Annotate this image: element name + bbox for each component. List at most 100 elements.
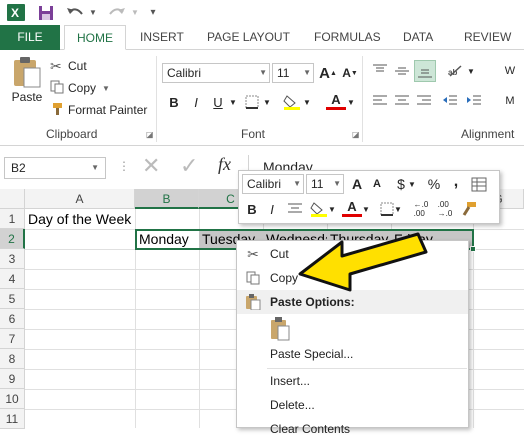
formula-bar-divider-icon: ⋮ bbox=[118, 159, 130, 173]
align-middle-icon[interactable] bbox=[392, 62, 412, 80]
menu-item-delete[interactable]: Delete... bbox=[237, 393, 468, 417]
decrease-indent-icon[interactable] bbox=[440, 92, 460, 110]
increase-indent-icon[interactable] bbox=[464, 92, 484, 110]
save-icon[interactable] bbox=[36, 3, 56, 22]
align-bottom-icon[interactable] bbox=[414, 60, 436, 82]
format-painter-button[interactable]: Format Painter bbox=[50, 100, 147, 120]
mini-font-color-button[interactable]: A bbox=[342, 199, 362, 217]
tab-review[interactable]: REVIEW bbox=[464, 25, 511, 50]
menu-item-insert[interactable]: Insert... bbox=[237, 369, 468, 393]
align-center-icon[interactable] bbox=[392, 92, 412, 110]
decrease-decimal-icon[interactable]: .00 →.0 bbox=[435, 200, 455, 218]
mini-fill-color-icon[interactable] bbox=[309, 200, 329, 218]
chevron-down-icon[interactable]: ▼ bbox=[262, 93, 272, 111]
paste-icon bbox=[243, 293, 263, 311]
cell-a1[interactable]: Day of the Week bbox=[25, 210, 205, 229]
align-left-icon[interactable] bbox=[370, 92, 390, 110]
column-header-b[interactable]: B bbox=[135, 189, 199, 209]
select-all-corner[interactable] bbox=[0, 189, 25, 209]
redo-icon[interactable] bbox=[106, 3, 128, 22]
row-header-7[interactable]: 7 bbox=[0, 329, 25, 349]
align-right-icon[interactable] bbox=[414, 92, 434, 110]
mini-comma-button[interactable]: , bbox=[446, 173, 466, 191]
font-group-label: Font bbox=[241, 127, 266, 141]
chevron-down-icon[interactable]: ▼ bbox=[466, 62, 476, 80]
mini-font-size-dropdown[interactable]: 11 ▼ bbox=[306, 174, 344, 194]
dialog-launcher-icon[interactable]: ◪ bbox=[146, 130, 154, 139]
row-header-9[interactable]: 9 bbox=[0, 369, 25, 389]
fill-color-icon[interactable] bbox=[282, 93, 302, 111]
copy-label: Copy bbox=[68, 81, 97, 95]
format-table-icon[interactable] bbox=[469, 175, 489, 193]
chevron-down-icon[interactable]: ▼ bbox=[361, 200, 371, 218]
redo-dropdown-icon[interactable]: ▼ bbox=[130, 3, 140, 22]
copy-icon bbox=[50, 80, 68, 97]
menu-item-paste-special[interactable]: Paste Special... bbox=[237, 342, 468, 366]
underline-button[interactable]: U bbox=[208, 93, 228, 111]
paste-button[interactable]: Paste bbox=[8, 56, 46, 114]
row-header-2[interactable]: 2 bbox=[0, 229, 25, 249]
mini-font-name-dropdown[interactable]: Calibri ▼ bbox=[242, 174, 304, 194]
borders-icon[interactable] bbox=[242, 93, 262, 111]
wrap-text-icon[interactable]: W bbox=[500, 62, 520, 80]
mini-format-painter-icon[interactable] bbox=[459, 200, 479, 218]
alignment-group-label: Alignment bbox=[461, 127, 515, 141]
font-size-dropdown[interactable]: 11 ▼ bbox=[272, 63, 314, 83]
chevron-down-icon[interactable]: ▼ bbox=[393, 200, 403, 218]
ribbon: Paste ✂ Cut Copy ▼ Format Painter Clipbo… bbox=[0, 50, 524, 146]
increase-decimal-icon[interactable]: ←.0.00 bbox=[411, 200, 431, 218]
undo-dropdown-icon[interactable]: ▼ bbox=[88, 3, 98, 22]
cut-label: Cut bbox=[68, 59, 87, 73]
chevron-down-icon[interactable]: ▼ bbox=[302, 93, 312, 111]
paste-option-button[interactable] bbox=[267, 316, 293, 342]
cancel-icon[interactable]: ✕ bbox=[142, 154, 160, 178]
chevron-down-icon[interactable]: ▼ bbox=[407, 175, 417, 193]
font-size-value: 11 bbox=[277, 66, 290, 80]
tab-formulas[interactable]: FORMULAS bbox=[314, 25, 381, 50]
row-header-8[interactable]: 8 bbox=[0, 349, 25, 369]
row-header-11[interactable]: 11 bbox=[0, 409, 25, 429]
column-header-a[interactable]: A bbox=[25, 189, 135, 209]
insert-function-button[interactable]: fx bbox=[218, 154, 231, 175]
tab-data[interactable]: DATA bbox=[403, 25, 433, 50]
grow-font-icon[interactable]: A ▲ bbox=[318, 64, 338, 82]
mini-percent-button[interactable]: % bbox=[424, 175, 444, 193]
mini-italic-button[interactable]: I bbox=[262, 200, 282, 218]
row-header-4[interactable]: 4 bbox=[0, 269, 25, 289]
mini-grow-font-button[interactable]: A bbox=[347, 175, 367, 193]
bold-button[interactable]: B bbox=[164, 93, 184, 111]
row-header-6[interactable]: 6 bbox=[0, 309, 25, 329]
orientation-icon[interactable]: ab bbox=[446, 62, 466, 80]
chevron-down-icon[interactable]: ▼ bbox=[228, 93, 238, 111]
enter-icon[interactable]: ✓ bbox=[180, 154, 198, 178]
chevron-down-icon[interactable]: ▼ bbox=[346, 93, 356, 111]
mini-bold-button[interactable]: B bbox=[242, 200, 262, 218]
dialog-launcher-icon[interactable]: ◪ bbox=[352, 130, 360, 139]
cut-button[interactable]: ✂ Cut bbox=[50, 56, 87, 76]
font-color-button[interactable]: A bbox=[326, 92, 346, 110]
row-header-5[interactable]: 5 bbox=[0, 289, 25, 309]
align-top-icon[interactable] bbox=[370, 62, 390, 80]
tab-home[interactable]: HOME bbox=[64, 25, 126, 50]
tab-page-layout[interactable]: PAGE LAYOUT bbox=[207, 25, 290, 50]
tab-insert[interactable]: INSERT bbox=[140, 25, 184, 50]
row-header-1[interactable]: 1 bbox=[0, 209, 25, 229]
font-name-dropdown[interactable]: Calibri ▼ bbox=[162, 63, 270, 83]
row-header-10[interactable]: 10 bbox=[0, 389, 25, 409]
cell-b2[interactable]: Monday bbox=[136, 230, 199, 249]
chevron-down-icon: ▼ bbox=[333, 179, 341, 188]
shrink-font-icon[interactable]: A ▼ bbox=[340, 64, 360, 82]
copy-button[interactable]: Copy ▼ bbox=[50, 78, 110, 98]
undo-icon[interactable] bbox=[64, 3, 86, 22]
chevron-down-icon[interactable]: ▼ bbox=[327, 200, 337, 218]
menu-item-clear-contents[interactable]: Clear Contents bbox=[237, 417, 468, 441]
mini-shrink-font-button[interactable]: A bbox=[367, 175, 387, 193]
customize-qat-icon[interactable]: ▾ bbox=[146, 3, 160, 22]
row-header-3[interactable]: 3 bbox=[0, 249, 25, 269]
divider bbox=[156, 56, 157, 142]
merge-center-icon[interactable]: M bbox=[500, 92, 520, 110]
name-box[interactable]: B2 ▼ bbox=[4, 157, 106, 179]
mini-align-center-icon[interactable] bbox=[285, 200, 305, 218]
italic-button[interactable]: I bbox=[186, 93, 206, 111]
tab-file[interactable]: FILE bbox=[0, 25, 60, 50]
